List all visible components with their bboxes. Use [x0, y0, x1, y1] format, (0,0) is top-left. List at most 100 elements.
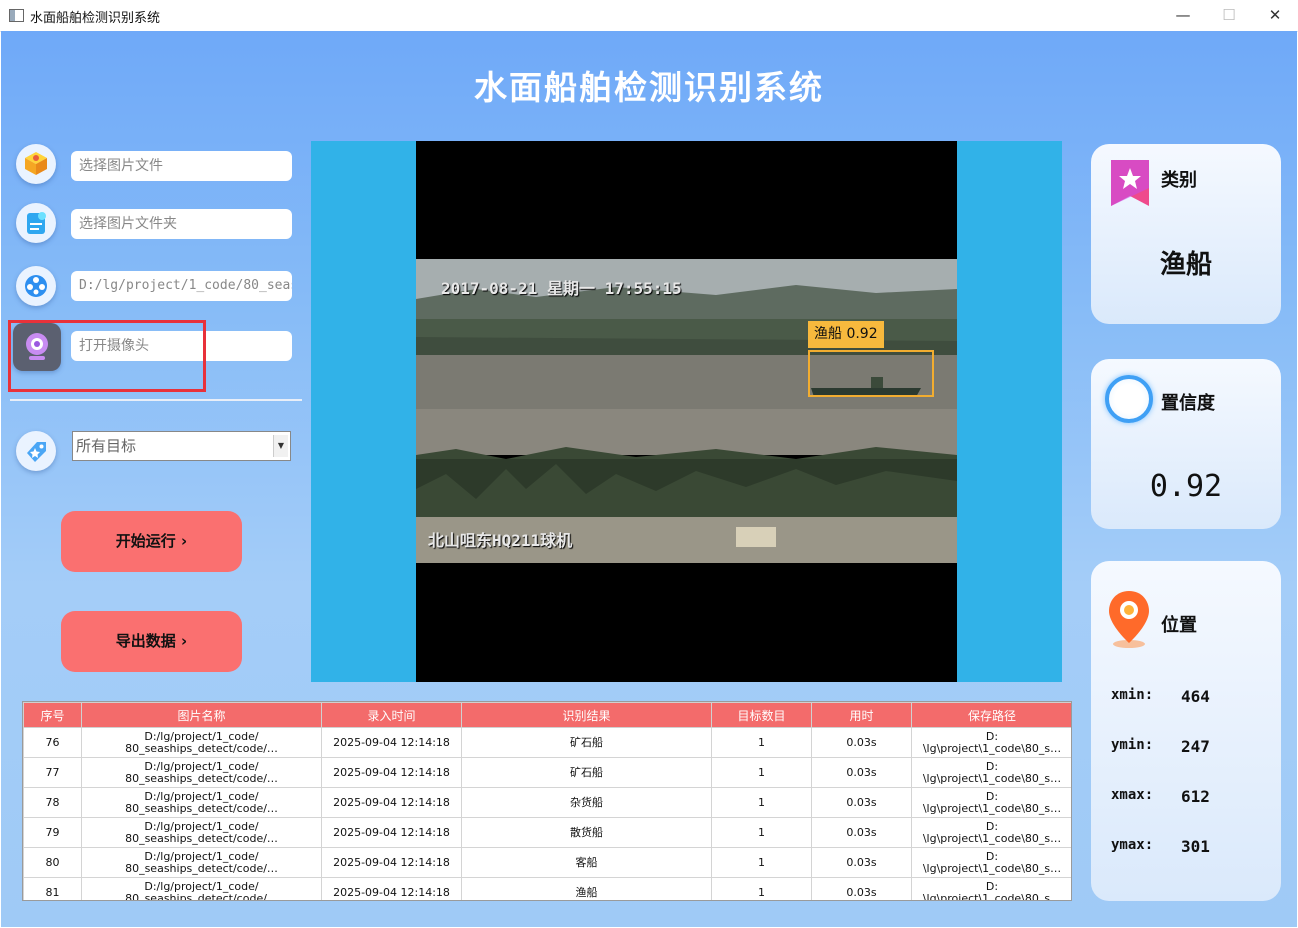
xmax-value: 612: [1181, 787, 1210, 806]
header-id[interactable]: 序号: [23, 702, 82, 728]
cell-name: D:/lg/project/1_code/ 80_seaships_detect…: [81, 787, 322, 818]
cell-path: D: \lg\project\1_code\80_s…: [911, 877, 1071, 900]
image-folder-icon[interactable]: [16, 203, 56, 243]
video-path-input[interactable]: D:/lg/project/1_code/80_seaships_detect/…: [71, 271, 292, 301]
category-card: 类别 渔船: [1091, 144, 1281, 324]
ymin-row: ymin: 247: [1111, 737, 1210, 756]
target-tag-icon: [16, 431, 56, 471]
cell-time: 2025-09-04 12:14:18: [321, 817, 462, 848]
target-select-value: 所有目标: [76, 437, 137, 455]
export-button[interactable]: 导出数据 ›: [61, 611, 242, 672]
confidence-value: 0.92: [1149, 469, 1223, 504]
image-folder-input[interactable]: 选择图片文件夹: [71, 209, 292, 239]
cell-cost: 0.03s: [811, 787, 912, 818]
bookmark-star-icon: [1111, 160, 1149, 206]
header-name[interactable]: 图片名称: [81, 702, 322, 728]
cell-name: D:/lg/project/1_code/ 80_seaships_detect…: [81, 817, 322, 848]
position-card: 位置 xmin: 464 ymin: 247 xmax: 612 ymax: 301: [1091, 561, 1281, 901]
image-file-input[interactable]: 选择图片文件: [71, 151, 292, 181]
ymin-label: ymin:: [1111, 737, 1154, 753]
image-file-icon[interactable]: [16, 144, 56, 184]
cell-time: 2025-09-04 12:14:18: [321, 727, 462, 758]
ymax-label: ymax:: [1111, 837, 1154, 853]
confidence-card: 置信度 0.92: [1091, 359, 1281, 529]
results-table[interactable]: 序号 图片名称 录入时间 识别结果 目标数目 用时 保存路径 76 D:/lg/p…: [22, 701, 1072, 901]
xmin-row: xmin: 464: [1111, 687, 1210, 706]
xmin-label: xmin:: [1111, 687, 1154, 703]
cell-id: 77: [23, 757, 82, 788]
target-select[interactable]: 所有目标 ▼: [72, 431, 291, 461]
header-result[interactable]: 识别结果: [461, 702, 712, 728]
cell-name: D:/lg/project/1_code/ 80_seaships_detect…: [81, 727, 322, 758]
ymin-value: 247: [1181, 737, 1210, 756]
cell-count: 1: [711, 787, 812, 818]
header-count[interactable]: 目标数目: [711, 702, 812, 728]
cell-count: 1: [711, 727, 812, 758]
xmax-row: xmax: 612: [1111, 787, 1210, 806]
detection-box: [808, 350, 934, 397]
cell-cost: 0.03s: [811, 877, 912, 900]
table-row[interactable]: 78 D:/lg/project/1_code/ 80_seaships_dete…: [23, 787, 1071, 818]
cell-id: 79: [23, 817, 82, 848]
cell-path: D: \lg\project\1_code\80_s…: [911, 817, 1071, 848]
header-time[interactable]: 录入时间: [321, 702, 462, 728]
cell-time: 2025-09-04 12:14:18: [321, 787, 462, 818]
detection-label: 渔船 0.92: [808, 321, 884, 348]
cell-result: 矿石船: [461, 757, 712, 788]
cell-cost: 0.03s: [811, 817, 912, 848]
maximize-button[interactable]: ☐: [1206, 0, 1252, 31]
cell-cost: 0.03s: [811, 757, 912, 788]
sidebar-divider: [10, 399, 302, 401]
table-row[interactable]: 76 D:/lg/project/1_code/ 80_seaships_dete…: [23, 727, 1071, 758]
table-row[interactable]: 79 D:/lg/project/1_code/ 80_seaships_dete…: [23, 817, 1071, 848]
window-titlebar: 水面船舶检测识别系统 — ☐ ✕: [0, 0, 1298, 32]
minimize-button[interactable]: —: [1160, 0, 1206, 31]
media-panel: 2017-08-21 星期一 17:55:15 北山咀东HQ211球机 渔船 0…: [311, 141, 1062, 682]
cell-cost: 0.03s: [811, 847, 912, 878]
video-file-icon[interactable]: [16, 266, 56, 306]
cell-path: D: \lg\project\1_code\80_s…: [911, 757, 1071, 788]
confidence-title: 置信度: [1161, 393, 1215, 414]
app-icon: [9, 9, 24, 22]
cell-id: 81: [23, 877, 82, 900]
cell-time: 2025-09-04 12:14:18: [321, 847, 462, 878]
page-title: 水面船舶检测识别系统: [474, 68, 824, 107]
xmax-label: xmax:: [1111, 787, 1154, 803]
cell-result: 矿石船: [461, 727, 712, 758]
cell-count: 1: [711, 847, 812, 878]
location-pin-icon: [1109, 591, 1149, 648]
cell-cost: 0.03s: [811, 727, 912, 758]
table-row[interactable]: 80 D:/lg/project/1_code/ 80_seaships_dete…: [23, 847, 1071, 878]
category-title: 类别: [1161, 170, 1197, 191]
cell-result: 客船: [461, 847, 712, 878]
confidence-ring-icon: [1105, 375, 1153, 423]
cell-time: 2025-09-04 12:14:18: [321, 757, 462, 788]
cell-name: D:/lg/project/1_code/ 80_seaships_detect…: [81, 757, 322, 788]
cell-id: 76: [23, 727, 82, 758]
close-button[interactable]: ✕: [1252, 0, 1298, 31]
video-scene-image: [416, 259, 957, 563]
osd-datetime: 2017-08-21 星期一 17:55:15: [441, 279, 682, 298]
cell-id: 78: [23, 787, 82, 818]
cell-path: D: \lg\project\1_code\80_s…: [911, 787, 1071, 818]
video-frame: 2017-08-21 星期一 17:55:15 北山咀东HQ211球机 渔船 0…: [416, 259, 957, 563]
table-row[interactable]: 81 D:/lg/project/1_code/ 80_seaships_dete…: [23, 877, 1071, 900]
category-value: 渔船: [1159, 250, 1212, 280]
header-cost[interactable]: 用时: [811, 702, 912, 728]
video-display: 2017-08-21 星期一 17:55:15 北山咀东HQ211球机 渔船 0…: [416, 141, 957, 682]
header-path[interactable]: 保存路径: [911, 702, 1071, 728]
cell-count: 1: [711, 877, 812, 900]
ymax-row: ymax: 301: [1111, 837, 1210, 856]
position-title: 位置: [1161, 615, 1197, 636]
selection-highlight: [8, 320, 206, 392]
table-row[interactable]: 77 D:/lg/project/1_code/ 80_seaships_dete…: [23, 757, 1071, 788]
cell-path: D: \lg\project\1_code\80_s…: [911, 847, 1071, 878]
cell-result: 杂货船: [461, 787, 712, 818]
cell-count: 1: [711, 757, 812, 788]
table-header-row: 序号 图片名称 录入时间 识别结果 目标数目 用时 保存路径: [23, 702, 1071, 728]
cell-id: 80: [23, 847, 82, 878]
cell-path: D: \lg\project\1_code\80_s…: [911, 727, 1071, 758]
run-button[interactable]: 开始运行 ›: [61, 511, 242, 572]
chevron-down-icon[interactable]: ▼: [273, 435, 288, 457]
cell-result: 渔船: [461, 877, 712, 900]
